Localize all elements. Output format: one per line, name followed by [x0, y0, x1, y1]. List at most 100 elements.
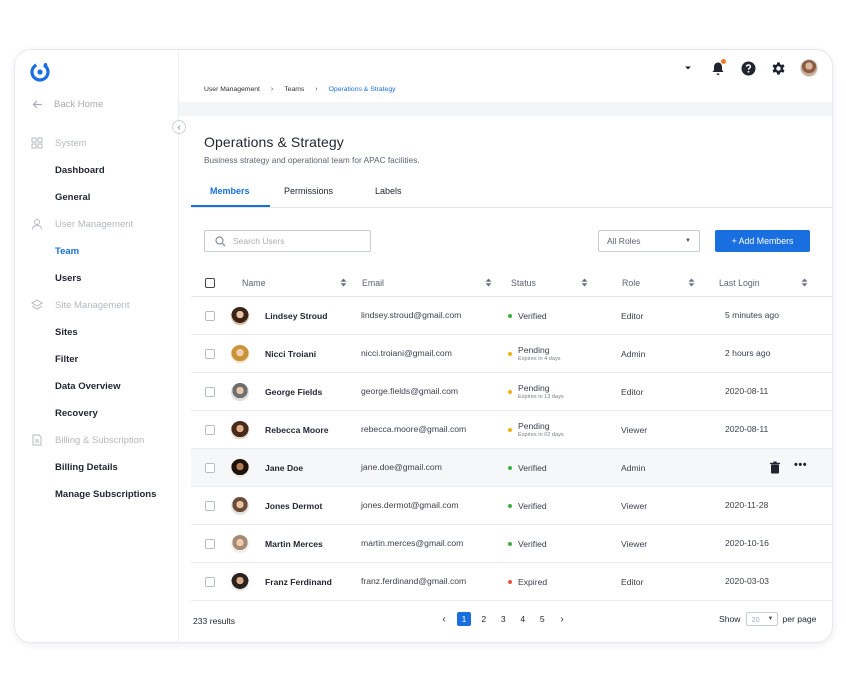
sort-icon[interactable] [485, 278, 492, 287]
status-label: Expired [518, 577, 548, 587]
row-checkbox[interactable] [205, 311, 215, 321]
per-page-control: Show 20 ▼ per page [719, 612, 816, 626]
member-role: Editor [621, 311, 644, 321]
header-name[interactable]: Name [242, 278, 265, 288]
status-dot [508, 580, 512, 584]
sidebar-item-filter[interactable]: Filter [55, 354, 78, 365]
status-badge: Pending Expires in 4 days [508, 335, 561, 373]
header-role[interactable]: Role [622, 278, 640, 288]
gear-icon[interactable] [770, 60, 786, 76]
member-role: Viewer [621, 425, 648, 435]
page-1-button[interactable]: 1 [457, 612, 471, 626]
member-role: Admin [621, 349, 646, 359]
table-row[interactable]: Franz Ferdinand franz.ferdinand@gmail.com… [191, 563, 832, 601]
more-icon[interactable]: ••• [794, 459, 807, 471]
member-name[interactable]: Jones Dermot [265, 501, 322, 511]
arrow-left-icon [32, 100, 42, 109]
page-4-button[interactable]: 4 [513, 612, 533, 626]
member-name[interactable]: George Fields [265, 387, 322, 397]
status-dot [508, 314, 512, 318]
bell-icon[interactable] [710, 59, 726, 76]
member-name[interactable]: Rebecca Moore [265, 425, 329, 435]
sidebar-item-team[interactable]: Team [55, 246, 79, 257]
breadcrumb-teams[interactable]: Teams [284, 86, 304, 93]
sidebar-item-sites[interactable]: Sites [55, 327, 78, 338]
member-name[interactable]: Jane Doe [265, 463, 303, 473]
page-5-button[interactable]: 5 [533, 612, 553, 626]
breadcrumb-user-management[interactable]: User Management [204, 86, 260, 93]
notification-dot [721, 59, 726, 64]
section-label: User Management [55, 218, 134, 230]
header-status[interactable]: Status [511, 278, 536, 288]
member-email: rebecca.moore@gmail.com [361, 424, 467, 434]
avatar [231, 307, 249, 325]
table-row[interactable]: Rebecca Moore rebecca.moore@gmail.com Pend… [191, 411, 832, 449]
per-page-select[interactable]: 20 ▼ [745, 612, 778, 626]
table-row[interactable]: Jane Doe jane.doe@gmail.com Verified Admin •… [191, 449, 832, 487]
sidebar-item-dashboard[interactable]: Dashboard [55, 165, 105, 176]
caret-down-icon[interactable] [680, 60, 696, 76]
sort-icon[interactable] [581, 278, 588, 287]
tab-members[interactable]: Members [210, 186, 250, 196]
row-checkbox[interactable] [205, 577, 215, 587]
search-icon [215, 235, 226, 246]
member-name[interactable]: Nicci Troiani [265, 349, 316, 359]
table-row[interactable]: George Fields george.fields@gmail.com Pend… [191, 373, 832, 411]
chevron-left-icon[interactable]: ‹ [434, 614, 454, 625]
tab-labels[interactable]: Labels [375, 186, 402, 196]
caret-down-icon: ▼ [685, 238, 691, 244]
table-row[interactable]: Nicci Troiani nicci.troiani@gmail.com Pend… [191, 335, 832, 373]
section-system: System [31, 137, 87, 149]
page-3-button[interactable]: 3 [494, 612, 514, 626]
row-checkbox[interactable] [205, 425, 215, 435]
page-2-button[interactable]: 2 [474, 612, 494, 626]
select-all-checkbox[interactable] [205, 278, 215, 288]
header-last-login[interactable]: Last Login [719, 278, 760, 288]
role-filter-select[interactable]: All Roles ▼ [598, 230, 700, 252]
logo-icon[interactable] [29, 61, 51, 83]
sidebar-item-users[interactable]: Users [55, 273, 81, 284]
sidebar-item-data-overview[interactable]: Data Overview [55, 381, 120, 392]
member-name[interactable]: Martin Merces [265, 539, 323, 549]
row-checkbox[interactable] [205, 463, 215, 473]
member-role: Viewer [621, 501, 648, 511]
avatar[interactable] [800, 59, 818, 77]
status-badge: Verified [508, 525, 547, 563]
app-window: Back Home System Dashboard General User … [15, 50, 832, 642]
chevron-right-icon[interactable]: › [552, 614, 572, 625]
sort-icon[interactable] [688, 278, 695, 287]
sidebar-item-recovery[interactable]: Recovery [55, 408, 98, 419]
row-checkbox[interactable] [205, 387, 215, 397]
search-input[interactable] [233, 236, 353, 246]
sort-icon[interactable] [801, 278, 808, 287]
table-row[interactable]: Jones Dermot jones.dermot@gmail.com Verifi… [191, 487, 832, 525]
sidebar-item-general[interactable]: General [55, 192, 90, 203]
status-label: Pending [518, 421, 550, 431]
member-name[interactable]: Lindsey Stroud [265, 311, 328, 321]
member-name[interactable]: Franz Ferdinand [265, 577, 332, 587]
status-label: Pending [518, 383, 550, 393]
sidebar: Back Home System Dashboard General User … [15, 50, 179, 642]
last-login: 2020-10-16 [725, 538, 769, 548]
header-email[interactable]: Email [362, 278, 384, 288]
collapse-sidebar-button[interactable]: ‹ [172, 120, 186, 134]
document-icon [32, 434, 42, 446]
row-checkbox[interactable] [205, 501, 215, 511]
tab-permissions[interactable]: Permissions [284, 186, 333, 196]
trash-icon[interactable] [769, 461, 781, 474]
sidebar-item-manage-subscriptions[interactable]: Manage Subscriptions [55, 489, 156, 500]
sort-icon[interactable] [340, 278, 347, 287]
status-dot [508, 428, 512, 432]
help-icon[interactable] [740, 60, 756, 76]
add-members-button[interactable]: + Add Members [715, 230, 810, 252]
status-expiry: Expires in 13 days [518, 394, 564, 400]
layers-icon [31, 299, 43, 310]
role-filter-value: All Roles [607, 236, 641, 246]
back-home-link[interactable]: Back Home [31, 98, 103, 111]
row-checkbox[interactable] [205, 349, 215, 359]
avatar [231, 421, 249, 439]
sidebar-item-billing-details[interactable]: Billing Details [55, 462, 118, 473]
table-row[interactable]: Martin Merces martin.merces@gmail.com Veri… [191, 525, 832, 563]
row-checkbox[interactable] [205, 539, 215, 549]
table-row[interactable]: Lindsey Stroud lindsey.stroud@gmail.com Ve… [191, 297, 832, 335]
